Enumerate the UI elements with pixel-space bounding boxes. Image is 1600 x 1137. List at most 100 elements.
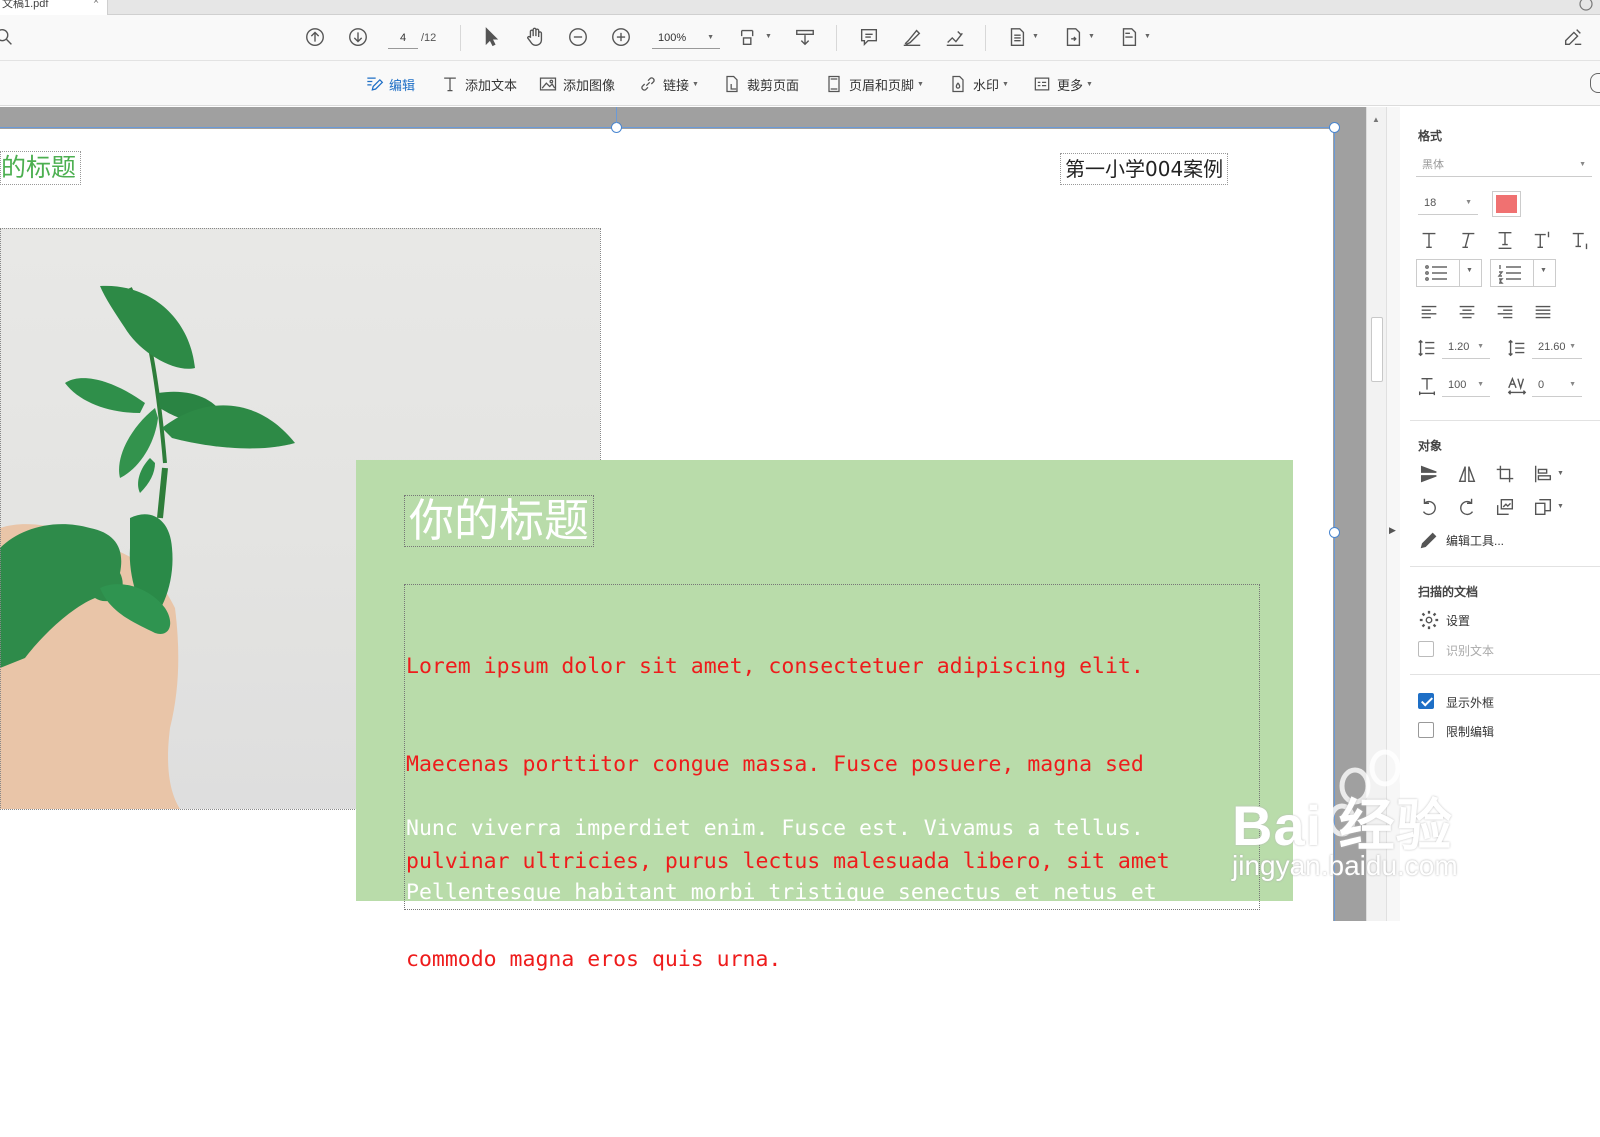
scroll-up-icon[interactable]: ▲: [1372, 115, 1380, 124]
char-spacing-value: 0: [1538, 379, 1545, 391]
chevron-down-icon: ▼: [1002, 80, 1009, 88]
document-icon[interactable]: [1116, 24, 1142, 50]
hand-icon[interactable]: [522, 24, 548, 50]
resize-handle[interactable]: [1329, 527, 1340, 538]
gear-icon[interactable]: [1416, 607, 1442, 633]
chevron-down-icon[interactable]: ▼: [1557, 470, 1564, 477]
show-outline-checkbox[interactable]: [1418, 693, 1434, 709]
edit-tools-link[interactable]: 编辑工具...: [1446, 532, 1504, 549]
char-spacing-select[interactable]: 0 ▼: [1532, 373, 1582, 397]
chevron-down-icon[interactable]: ▼: [1557, 503, 1564, 510]
restrict-edit-label: 限制编辑: [1446, 725, 1495, 739]
more-icon: [1034, 77, 1050, 91]
content-title[interactable]: 你的标题: [404, 495, 595, 547]
help-icon[interactable]: [1578, 0, 1594, 14]
link-button[interactable]: 链接 ▼: [638, 71, 699, 97]
crop-page-button[interactable]: 裁剪页面: [722, 71, 799, 97]
zoom-select[interactable]: 100% ▼: [652, 27, 720, 49]
fit-page-icon[interactable]: [736, 24, 762, 50]
highlight-icon[interactable]: [899, 24, 925, 50]
font-name-select[interactable]: 黑体 ▼: [1416, 153, 1592, 177]
settings-link[interactable]: 设置: [1446, 612, 1470, 629]
paragraph-line: Mauris et orci.: [406, 1075, 601, 1100]
replace-image-icon[interactable]: [1492, 494, 1518, 520]
edit-button[interactable]: 编辑: [364, 71, 415, 97]
arrange-icon[interactable]: [1530, 494, 1556, 520]
resize-handle[interactable]: [611, 122, 622, 133]
pencil-icon[interactable]: [1416, 527, 1442, 553]
text-icon: [444, 77, 456, 92]
align-center-icon[interactable]: [1454, 299, 1480, 325]
rotate-left-icon[interactable]: [1416, 494, 1442, 520]
panel-divider: [1410, 674, 1600, 675]
panel-toggle-icon[interactable]: [1590, 73, 1600, 93]
tab-close-icon[interactable]: ×: [93, 0, 99, 7]
superscript-icon[interactable]: [1530, 227, 1556, 253]
export-icon[interactable]: [1060, 24, 1086, 50]
align-left-icon[interactable]: [1416, 299, 1442, 325]
horizontal-scale-select[interactable]: 100 ▼: [1442, 373, 1490, 397]
resize-handle[interactable]: [1329, 122, 1340, 133]
page-view-icon[interactable]: [1004, 24, 1030, 50]
erase-icon[interactable]: [1560, 24, 1586, 50]
align-justify-icon[interactable]: [1530, 299, 1556, 325]
text-style-italic-icon[interactable]: [1454, 227, 1480, 253]
rotate-handle-stem: [616, 107, 617, 123]
align-right-icon[interactable]: [1492, 299, 1518, 325]
chevron-down-icon[interactable]: ▼: [765, 33, 772, 40]
font-color-picker[interactable]: [1492, 191, 1521, 217]
paragraph-third[interactable]: Pellentesque habitant morbi tristique se…: [406, 812, 1266, 1137]
restrict-edit-checkbox[interactable]: [1418, 722, 1434, 738]
horizontal-scale-value: 100: [1448, 379, 1467, 391]
subscript-icon[interactable]: [1568, 227, 1594, 253]
crop-icon[interactable]: [1492, 461, 1518, 487]
scroll-mode-icon[interactable]: [792, 24, 818, 50]
sign-icon[interactable]: [942, 24, 968, 50]
add-image-button[interactable]: 添加图像: [538, 71, 615, 97]
comment-icon[interactable]: [856, 24, 882, 50]
page-header-left[interactable]: 的标题: [0, 151, 82, 185]
watermark-icon: [952, 75, 964, 93]
zoom-out-icon[interactable]: [565, 24, 591, 50]
add-text-button[interactable]: 添加文本: [440, 71, 517, 97]
header-footer-button[interactable]: 页眉和页脚 ▼: [824, 71, 924, 97]
toolbar-divider: [985, 25, 986, 51]
recognize-text-checkbox[interactable]: [1418, 641, 1434, 657]
more-button[interactable]: 更多 ▼: [1032, 71, 1093, 97]
line-spacing-select[interactable]: 1.20 ▼: [1442, 335, 1490, 359]
prev-page-icon[interactable]: [302, 24, 328, 50]
font-size-select[interactable]: 18 ▼: [1418, 191, 1478, 215]
chevron-right-icon[interactable]: ▶: [1389, 525, 1396, 536]
zoom-in-icon[interactable]: [608, 24, 634, 50]
watermark-label: 水印: [973, 77, 1000, 93]
chevron-down-icon[interactable]: ▼: [1144, 33, 1151, 40]
zoom-icon[interactable]: [0, 24, 18, 50]
page-total: /12: [421, 32, 437, 44]
next-page-icon[interactable]: [345, 24, 371, 50]
toolbar-divider: [836, 25, 837, 51]
chevron-down-icon[interactable]: ▼: [1032, 33, 1039, 40]
chevron-down-icon[interactable]: ▼: [1088, 33, 1095, 40]
text-style-normal-icon[interactable]: [1416, 227, 1442, 253]
numbered-list-select[interactable]: ▼: [1490, 259, 1556, 287]
align-objects-icon[interactable]: [1530, 461, 1556, 487]
scrollbar-thumb[interactable]: [1371, 317, 1383, 382]
flip-horizontal-icon[interactable]: [1454, 461, 1480, 487]
select-cursor-icon[interactable]: [478, 24, 504, 50]
paragraph-spacing-select[interactable]: 21.60 ▼: [1532, 335, 1582, 359]
add-image-label: 添加图像: [563, 77, 616, 93]
crop-page-icon: [726, 75, 738, 93]
document-tab[interactable]: 文稿1.pdf ×: [0, 0, 108, 15]
watermark-button[interactable]: 水印 ▼: [948, 71, 1009, 97]
page-header-right[interactable]: 第一小学004案例: [1060, 153, 1229, 185]
chevron-down-icon: ▼: [1086, 80, 1093, 88]
crop-page-label: 裁剪页面: [747, 77, 800, 93]
bullet-list-select[interactable]: ▼: [1416, 259, 1482, 287]
rotate-right-icon[interactable]: [1454, 494, 1480, 520]
line-spacing-value: 1.20: [1448, 341, 1470, 353]
text-style-underline-icon[interactable]: [1492, 227, 1518, 253]
page-number-input[interactable]: 4: [388, 27, 418, 49]
paragraph-line: malesuada fames ac turpis egestas. Proin…: [406, 977, 1222, 1003]
chevron-down-icon: ▼: [707, 34, 714, 41]
flip-vertical-icon[interactable]: [1416, 461, 1442, 487]
